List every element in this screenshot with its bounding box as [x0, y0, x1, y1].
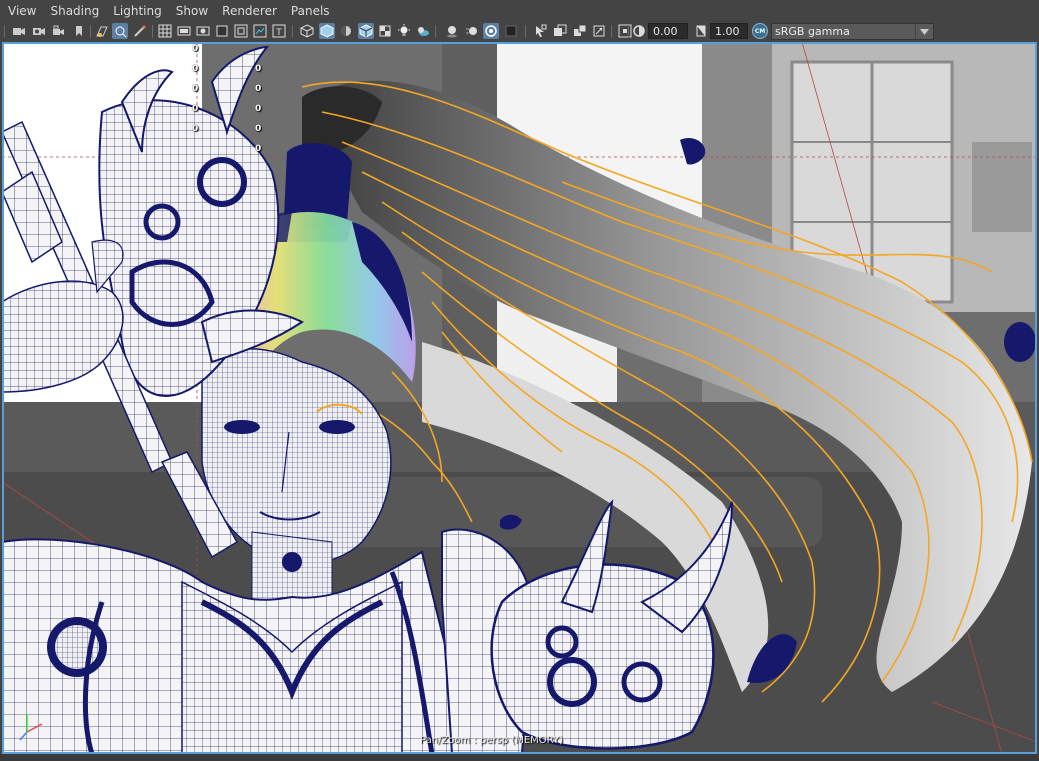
hud-value: 0 [192, 84, 199, 94]
toolbar-separator [4, 25, 5, 38]
chevron-down-icon [915, 24, 933, 39]
camera-label: Pan/Zoom : persp (MEMORY) [420, 735, 563, 746]
resolution-gate-icon[interactable] [195, 23, 211, 39]
menu-renderer[interactable]: Renderer [215, 0, 284, 22]
toolbar-separator [292, 25, 293, 38]
camera-lock-icon[interactable] [51, 23, 67, 39]
maya-viewport-panel: View Shading Lighting Show Renderer Pane… [0, 0, 1039, 761]
menu-show[interactable]: Show [169, 0, 215, 22]
panel-toolbar: T 0.00 1.00 CM sRGB gamma [0, 22, 1039, 42]
hud-value: 0 [255, 104, 262, 114]
panel-menubar: View Shading Lighting Show Renderer Pane… [0, 0, 1039, 22]
hud-value: 0 [255, 84, 262, 94]
field-chart-icon[interactable] [233, 23, 249, 39]
wireframe-on-shaded-icon[interactable] [358, 23, 374, 39]
menu-shading[interactable]: Shading [43, 0, 106, 22]
anti-aliasing-icon[interactable] [483, 23, 499, 39]
menu-lighting[interactable]: Lighting [106, 0, 169, 22]
menu-view[interactable]: View [0, 0, 43, 22]
color-space-dropdown[interactable]: sRGB gamma [771, 23, 934, 40]
toolbar-separator [152, 25, 153, 38]
bookmarks-icon[interactable] [71, 23, 87, 39]
camera-attributes-icon[interactable] [31, 23, 47, 39]
safe-action-icon[interactable] [252, 23, 268, 39]
toolbar-separator [435, 25, 436, 38]
menu-panels[interactable]: Panels [284, 0, 337, 22]
default-lighting-icon[interactable] [338, 23, 354, 39]
hud-value: 0 [192, 124, 199, 134]
color-management-icon[interactable]: CM [752, 23, 768, 39]
exposure-field[interactable]: 0.00 [648, 23, 688, 39]
exposure-icon[interactable] [631, 23, 647, 39]
grid-icon[interactable] [157, 23, 173, 39]
safe-title-icon[interactable]: T [271, 23, 287, 39]
hud-value: 0 [192, 64, 199, 74]
toolbar-separator [525, 25, 526, 38]
grease-pencil-icon[interactable] [132, 23, 148, 39]
screen-space-ao-icon[interactable] [444, 23, 460, 39]
film-gate-icon[interactable] [176, 23, 192, 39]
gamma-field[interactable]: 1.00 [710, 23, 748, 39]
xray-icon[interactable] [552, 23, 568, 39]
shadows-icon[interactable] [415, 23, 431, 39]
xray-joints-icon[interactable] [572, 23, 588, 39]
textured-icon[interactable] [377, 23, 393, 39]
toolbar-separator [611, 25, 612, 38]
xray-components-icon[interactable] [591, 23, 607, 39]
smooth-shade-icon[interactable] [319, 23, 335, 39]
color-space-value: sRGB gamma [775, 25, 850, 38]
gate-mask-icon[interactable] [214, 23, 230, 39]
hud-value: 0 [192, 104, 199, 114]
wireframe-icon[interactable] [299, 23, 315, 39]
hud-value: 0 [255, 124, 262, 134]
svg-text:T: T [275, 28, 282, 38]
panel-bottom-edge [0, 754, 1039, 761]
depth-of-field-icon[interactable] [503, 23, 519, 39]
hud-value: 0 [255, 64, 262, 74]
toolbar-separator [90, 25, 91, 38]
select-camera-icon[interactable] [11, 23, 27, 39]
toolbar-separator [628, 25, 629, 38]
hud-value: 0 [255, 144, 262, 154]
motion-blur-icon[interactable] [464, 23, 480, 39]
hud-value: 0 [192, 44, 199, 54]
use-all-lights-icon[interactable] [396, 23, 412, 39]
gamma-icon[interactable] [693, 23, 709, 39]
two-d-pan-zoom-icon[interactable] [112, 23, 128, 39]
isolate-select-icon[interactable] [532, 23, 548, 39]
image-plane-icon[interactable] [94, 23, 110, 39]
viewport-scene [2, 42, 1037, 754]
3d-viewport[interactable]: 0 0 0 0 0 0 0 0 0 0 Pan/Zoom : persp (ME… [2, 42, 1037, 754]
